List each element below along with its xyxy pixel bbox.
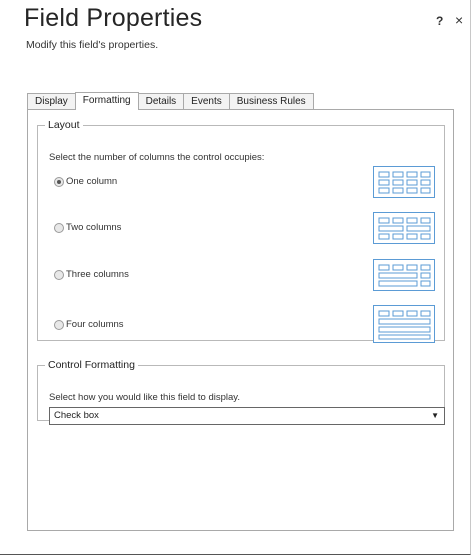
dropdown-arrow-icon[interactable]: ▼ — [431, 408, 439, 424]
tab-business-rules[interactable]: Business Rules — [228, 93, 314, 109]
three-columns-option[interactable]: Three columns — [54, 269, 129, 280]
display-format-value: Check box — [54, 410, 99, 421]
tab-bar: Display Formatting Details Events Busine… — [27, 92, 314, 110]
formatting-panel: Layout Select the number of columns the … — [27, 109, 454, 531]
one-column-option[interactable]: One column — [54, 176, 117, 187]
dialog-title: Field Properties — [24, 4, 203, 32]
help-icon[interactable]: ? — [436, 14, 443, 28]
layout-instruction: Select the number of columns the control… — [49, 152, 265, 163]
two-columns-radio[interactable] — [54, 222, 64, 233]
one-column-radio[interactable] — [54, 176, 64, 187]
two-columns-label: Two columns — [66, 222, 122, 233]
three-columns-preview-icon — [373, 259, 435, 291]
tab-display[interactable]: Display — [27, 93, 76, 109]
dialog-subtitle: Modify this field's properties. — [26, 39, 159, 51]
field-properties-dialog: Field Properties Modify this field's pro… — [0, 0, 471, 555]
control-formatting-legend: Control Formatting — [48, 359, 135, 371]
four-columns-radio[interactable] — [54, 319, 64, 330]
display-format-select[interactable]: Check box ▼ — [49, 407, 445, 425]
two-columns-preview-icon — [373, 212, 435, 244]
one-column-preview-icon — [373, 166, 435, 198]
tab-details[interactable]: Details — [137, 93, 185, 109]
four-columns-option[interactable]: Four columns — [54, 319, 124, 330]
control-formatting-instruction: Select how you would like this field to … — [49, 392, 240, 403]
three-columns-radio[interactable] — [54, 269, 64, 280]
four-columns-preview-icon — [373, 305, 435, 343]
close-icon[interactable]: × — [455, 12, 463, 28]
one-column-label: One column — [66, 176, 118, 187]
layout-legend: Layout — [48, 119, 80, 131]
layout-group: Layout Select the number of columns the … — [37, 119, 445, 343]
four-columns-label: Four columns — [66, 319, 124, 330]
three-columns-label: Three columns — [66, 269, 129, 280]
control-formatting-group: Control Formatting Select how you would … — [37, 359, 445, 425]
tab-events[interactable]: Events — [183, 93, 230, 109]
tab-formatting[interactable]: Formatting — [74, 92, 139, 110]
two-columns-option[interactable]: Two columns — [54, 222, 121, 233]
